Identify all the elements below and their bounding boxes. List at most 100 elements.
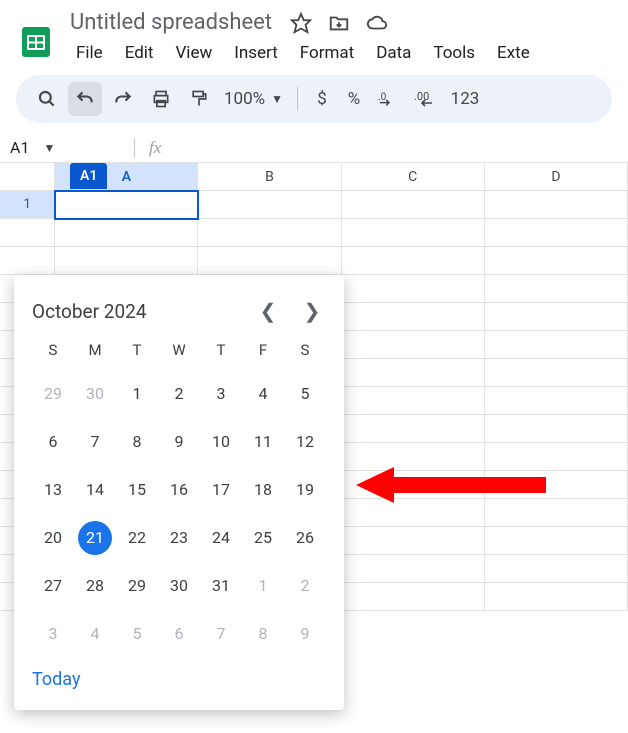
datepicker-day[interactable]: 6 (32, 425, 74, 459)
datepicker-day[interactable]: 12 (284, 425, 326, 459)
datepicker-day[interactable]: 4 (242, 377, 284, 411)
cell[interactable] (342, 219, 485, 247)
cell[interactable] (342, 275, 485, 303)
datepicker-day[interactable]: 9 (284, 617, 326, 651)
column-header-c[interactable]: C (342, 163, 485, 191)
cell[interactable] (342, 499, 485, 527)
datepicker-day[interactable]: 24 (200, 521, 242, 555)
cell[interactable] (342, 247, 485, 275)
column-header-b[interactable]: B (198, 163, 341, 191)
cell[interactable] (342, 555, 485, 583)
datepicker-day[interactable]: 1 (242, 569, 284, 603)
name-box[interactable]: A1 ▼ (10, 138, 120, 157)
datepicker-day[interactable]: 19 (284, 473, 326, 507)
datepicker-day[interactable]: 2 (284, 569, 326, 603)
row-header[interactable] (0, 247, 55, 275)
datepicker-day[interactable]: 5 (116, 617, 158, 651)
datepicker-day[interactable]: 16 (158, 473, 200, 507)
datepicker-day[interactable]: 11 (242, 425, 284, 459)
cell[interactable] (55, 219, 198, 247)
document-title[interactable]: Untitled spreadsheet (66, 8, 276, 37)
menu-edit[interactable]: Edit (115, 39, 164, 67)
datepicker-day[interactable]: 31 (200, 569, 242, 603)
cell[interactable] (198, 191, 341, 219)
cell[interactable] (342, 387, 485, 415)
menu-insert[interactable]: Insert (224, 39, 288, 67)
column-header-d[interactable]: D (485, 163, 628, 191)
datepicker-day[interactable]: 17 (200, 473, 242, 507)
decrease-decimal-button[interactable]: .0 (372, 82, 406, 116)
cell[interactable] (485, 387, 628, 415)
search-menus-button[interactable] (30, 82, 64, 116)
datepicker-day[interactable]: 7 (74, 425, 116, 459)
menu-extensions[interactable]: Exte (487, 39, 540, 67)
zoom-select[interactable]: 100%▼ (220, 89, 287, 109)
datepicker-day[interactable]: 25 (242, 521, 284, 555)
increase-decimal-button[interactable]: .00 (410, 82, 444, 116)
datepicker-day[interactable]: 29 (32, 377, 74, 411)
datepicker-day[interactable]: 5 (284, 377, 326, 411)
row-header-1[interactable]: 1 (0, 191, 55, 219)
datepicker-day[interactable]: 10 (200, 425, 242, 459)
menu-view[interactable]: View (165, 39, 222, 67)
redo-button[interactable] (106, 82, 140, 116)
cell[interactable] (342, 527, 485, 555)
datepicker-day[interactable]: 30 (158, 569, 200, 603)
sheets-logo[interactable] (16, 22, 56, 62)
cell[interactable] (342, 359, 485, 387)
row-header[interactable] (0, 219, 55, 247)
cell[interactable] (198, 219, 341, 247)
datepicker-day[interactable]: 1 (116, 377, 158, 411)
cloud-status-icon[interactable] (366, 12, 388, 34)
menu-format[interactable]: Format (290, 39, 364, 67)
currency-format-button[interactable]: $ (308, 89, 336, 109)
datepicker-day[interactable]: 6 (158, 617, 200, 651)
print-button[interactable] (144, 82, 178, 116)
undo-button[interactable] (68, 82, 102, 116)
datepicker-month-label[interactable]: October 2024 (32, 300, 147, 323)
datepicker-day-today[interactable]: 21 (78, 521, 112, 555)
datepicker-day[interactable]: 7 (200, 617, 242, 651)
move-to-folder-icon[interactable] (328, 12, 350, 34)
star-icon[interactable] (290, 12, 312, 34)
datepicker-day[interactable]: 18 (242, 473, 284, 507)
datepicker-day[interactable]: 23 (158, 521, 200, 555)
cell[interactable] (198, 247, 341, 275)
datepicker-day[interactable]: 3 (32, 617, 74, 651)
cell[interactable] (342, 415, 485, 443)
cell[interactable] (485, 191, 628, 219)
datepicker-day[interactable]: 8 (242, 617, 284, 651)
cell[interactable] (485, 247, 628, 275)
datepicker-day[interactable]: 30 (74, 377, 116, 411)
paint-format-button[interactable] (182, 82, 216, 116)
cell[interactable] (342, 303, 485, 331)
percent-format-button[interactable]: % (340, 89, 368, 109)
datepicker-day[interactable]: 22 (116, 521, 158, 555)
datepicker-day[interactable]: 29 (116, 569, 158, 603)
datepicker-day[interactable]: 3 (200, 377, 242, 411)
cell[interactable] (485, 499, 628, 527)
next-month-button[interactable]: ❯ (298, 297, 326, 325)
menu-file[interactable]: File (66, 39, 113, 67)
cell[interactable] (485, 303, 628, 331)
more-formats-button[interactable]: 123 (448, 89, 482, 109)
datepicker-day[interactable]: 26 (284, 521, 326, 555)
datepicker-day[interactable]: 28 (74, 569, 116, 603)
datepicker-day[interactable]: 14 (74, 473, 116, 507)
cell[interactable] (485, 415, 628, 443)
menu-tools[interactable]: Tools (423, 39, 485, 67)
datepicker-day[interactable]: 2 (158, 377, 200, 411)
cell[interactable] (485, 527, 628, 555)
datepicker-day[interactable]: 27 (32, 569, 74, 603)
datepicker-day[interactable]: 20 (32, 521, 74, 555)
cell[interactable] (485, 583, 628, 611)
cell[interactable] (485, 359, 628, 387)
datepicker-day[interactable]: 15 (116, 473, 158, 507)
cell[interactable] (342, 191, 485, 219)
datepicker-day[interactable]: 8 (116, 425, 158, 459)
cell[interactable] (485, 275, 628, 303)
datepicker-day[interactable]: 13 (32, 473, 74, 507)
datepicker-day[interactable]: 4 (74, 617, 116, 651)
cell[interactable] (55, 247, 198, 275)
datepicker-day[interactable]: 9 (158, 425, 200, 459)
